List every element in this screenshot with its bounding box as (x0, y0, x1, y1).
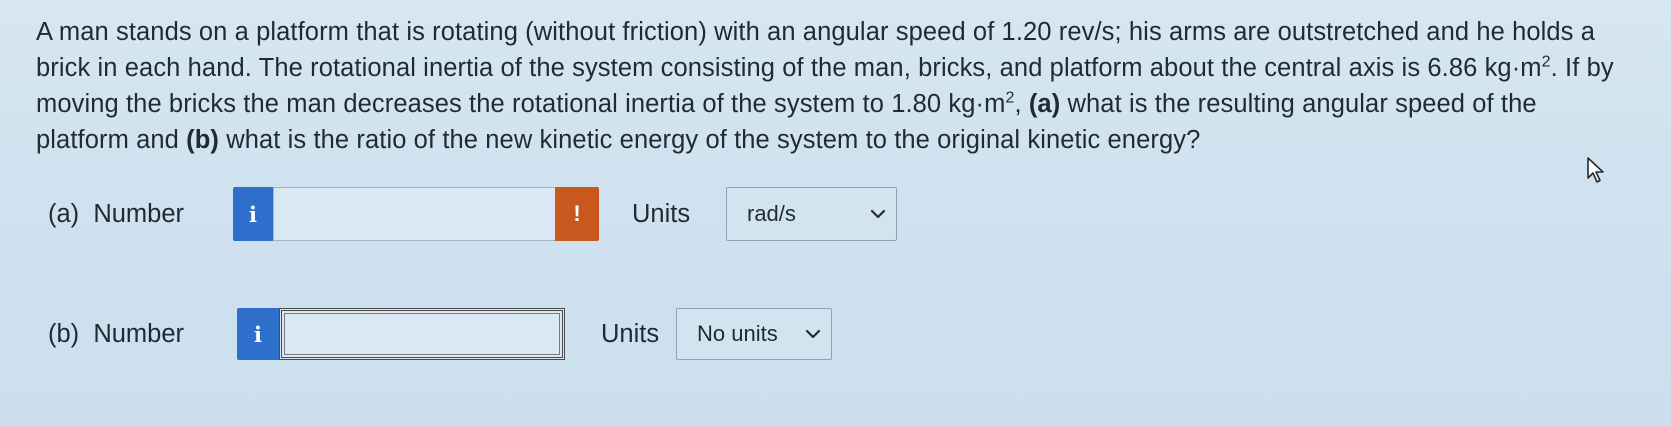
part-b-marker: (b) (186, 126, 220, 154)
part-a-number-input[interactable] (273, 187, 557, 241)
question-sentence-3: , (1014, 90, 1029, 118)
part-b-units-dropdown[interactable]: No units (676, 308, 832, 360)
info-icon[interactable]: i (237, 308, 279, 360)
superscript: 2 (1541, 53, 1551, 71)
part-b-number-input[interactable] (279, 308, 565, 360)
part-a-units-label: Units (632, 200, 691, 228)
chevron-down-icon (805, 329, 821, 339)
part-b-label: (b) Number (48, 320, 185, 348)
info-icon[interactable]: i (233, 187, 273, 241)
part-a-marker: (a) (1028, 90, 1061, 118)
part-a-units-dropdown[interactable]: rad/s (726, 187, 897, 241)
part-b-units-label: Units (601, 320, 660, 348)
mouse-pointer-icon (1587, 157, 1604, 183)
part-b-units-value: No units (697, 321, 778, 346)
part-a-units-value: rad/s (747, 201, 796, 226)
question-text: A man stands on a platform that is rotat… (36, 14, 1636, 158)
chevron-down-icon (870, 209, 886, 219)
question-sentence-1: A man stands on a platform that is rotat… (36, 18, 1596, 82)
exclamation-icon[interactable]: ! (555, 187, 599, 241)
part-b-row: (b) Number i Units No units (0, 306, 1671, 362)
question-sentence-5: what is the ratio of the new kinetic ene… (219, 126, 1201, 154)
part-a-label: (a) Number (48, 200, 185, 228)
part-a-row: (a) Number i ! Units rad/s (0, 186, 1671, 242)
